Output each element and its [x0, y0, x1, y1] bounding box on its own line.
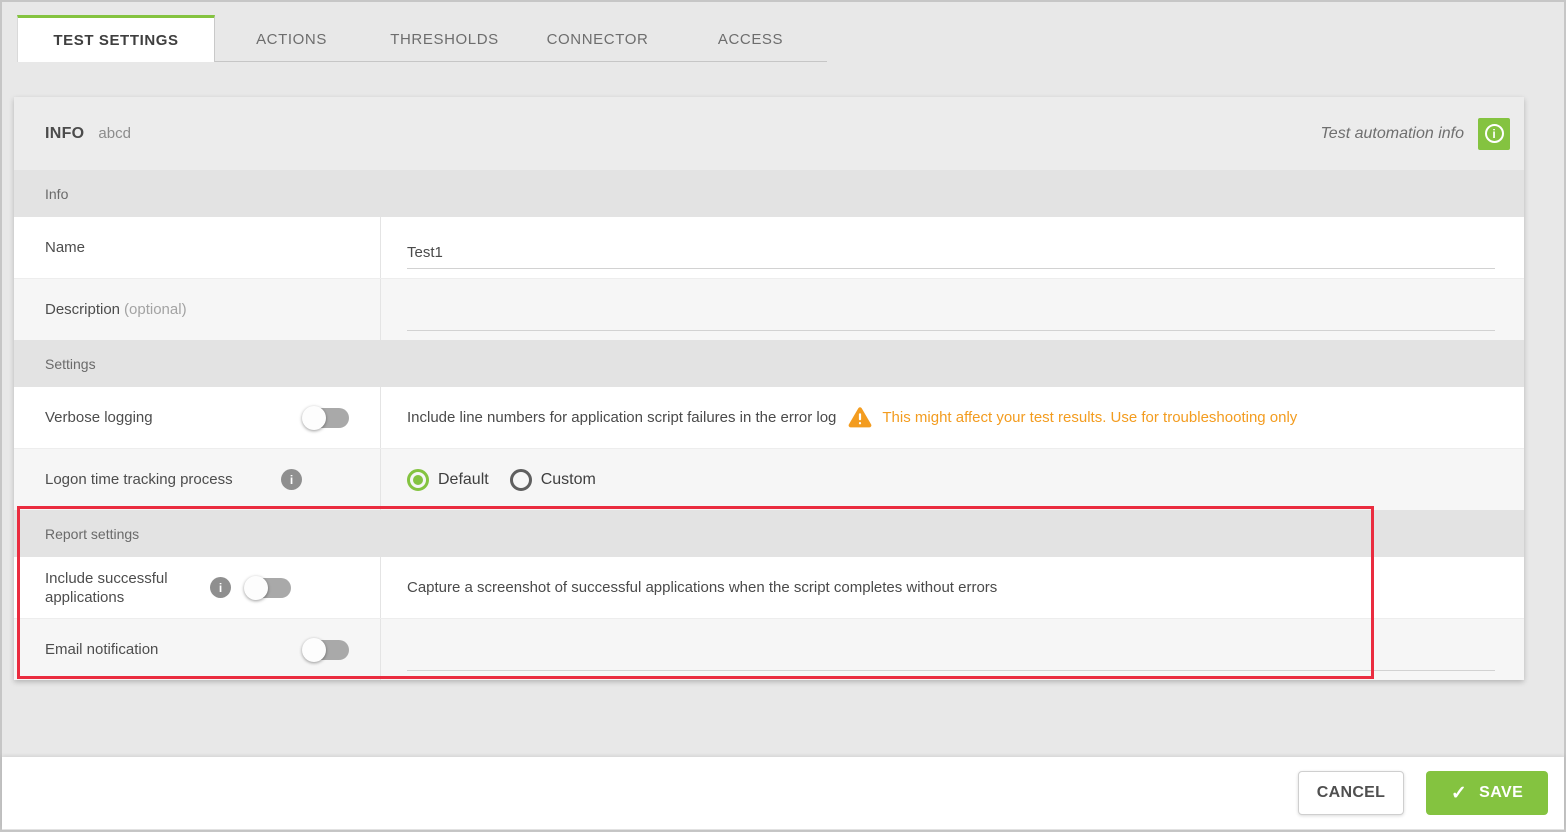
row-email-notification: Email notification: [14, 618, 1524, 680]
tab-actions[interactable]: ACTIONS: [215, 15, 368, 62]
tab-test-settings[interactable]: TEST SETTINGS: [17, 15, 215, 62]
include-successful-description: Capture a screenshot of successful appli…: [407, 579, 998, 596]
panel-title: INFO: [45, 124, 85, 142]
row-verbose-logging: Verbose logging Include line numbers for…: [14, 387, 1524, 448]
section-info: Info: [14, 170, 1524, 217]
logon-tracking-info-icon[interactable]: i: [281, 469, 302, 490]
name-input[interactable]: [407, 236, 1495, 269]
radio-default-label: Default: [438, 470, 489, 488]
row-include-successful: Include successful applications i Captur…: [14, 557, 1524, 618]
cancel-button[interactable]: CANCEL: [1298, 771, 1404, 815]
include-successful-toggle[interactable]: [244, 575, 291, 600]
tab-thresholds[interactable]: THRESHOLDS: [368, 15, 521, 62]
email-notification-toggle[interactable]: [302, 637, 349, 662]
row-name: Name: [14, 217, 1524, 278]
save-button-label: SAVE: [1479, 784, 1524, 801]
tab-connector[interactable]: CONNECTOR: [521, 15, 674, 62]
row-logon-tracking: Logon time tracking process i Default Cu…: [14, 448, 1524, 510]
section-settings: Settings: [14, 340, 1524, 387]
radio-custom[interactable]: [509, 468, 532, 491]
panel-subtitle: abcd: [98, 125, 131, 142]
row-description: Description (optional): [14, 278, 1524, 340]
verbose-logging-description: Include line numbers for application scr…: [407, 409, 837, 426]
email-notification-label: Email notification: [45, 641, 159, 658]
name-label: Name: [45, 239, 86, 256]
info-circle: i: [1484, 124, 1504, 143]
save-button[interactable]: ✓ SAVE: [1426, 771, 1548, 815]
radio-custom-label: Custom: [540, 470, 596, 488]
description-input[interactable]: [407, 298, 1495, 331]
include-successful-label: Include successful applications: [45, 569, 168, 606]
test-settings-panel: INFO abcd Test automation info i Info Na…: [14, 97, 1524, 680]
test-automation-info-label: Test automation info: [1320, 124, 1465, 142]
logon-tracking-label: Logon time tracking process: [45, 471, 233, 488]
email-notification-input[interactable]: [407, 638, 1495, 671]
description-label: Description (optional): [45, 301, 187, 318]
test-automation-info-icon[interactable]: i: [1478, 117, 1510, 150]
radio-default[interactable]: [407, 468, 429, 491]
warning-icon: [848, 407, 872, 428]
tab-bar: TEST SETTINGS ACTIONS THRESHOLDS CONNECT…: [17, 15, 827, 62]
panel-header: INFO abcd Test automation info i: [14, 97, 1524, 170]
logon-process-radio-group: Default Custom: [407, 468, 617, 491]
optional-hint: (optional): [124, 301, 187, 318]
verbose-logging-toggle[interactable]: [302, 405, 349, 430]
footer-bar: CANCEL ✓ SAVE: [2, 757, 1564, 829]
verbose-logging-warning: This might affect your test results. Use…: [882, 409, 1298, 426]
section-report-settings: Report settings: [14, 510, 1524, 557]
tab-access[interactable]: ACCESS: [674, 15, 827, 62]
include-successful-info-icon[interactable]: i: [210, 577, 231, 598]
verbose-logging-label: Verbose logging: [45, 409, 153, 426]
check-icon: ✓: [1450, 782, 1468, 804]
